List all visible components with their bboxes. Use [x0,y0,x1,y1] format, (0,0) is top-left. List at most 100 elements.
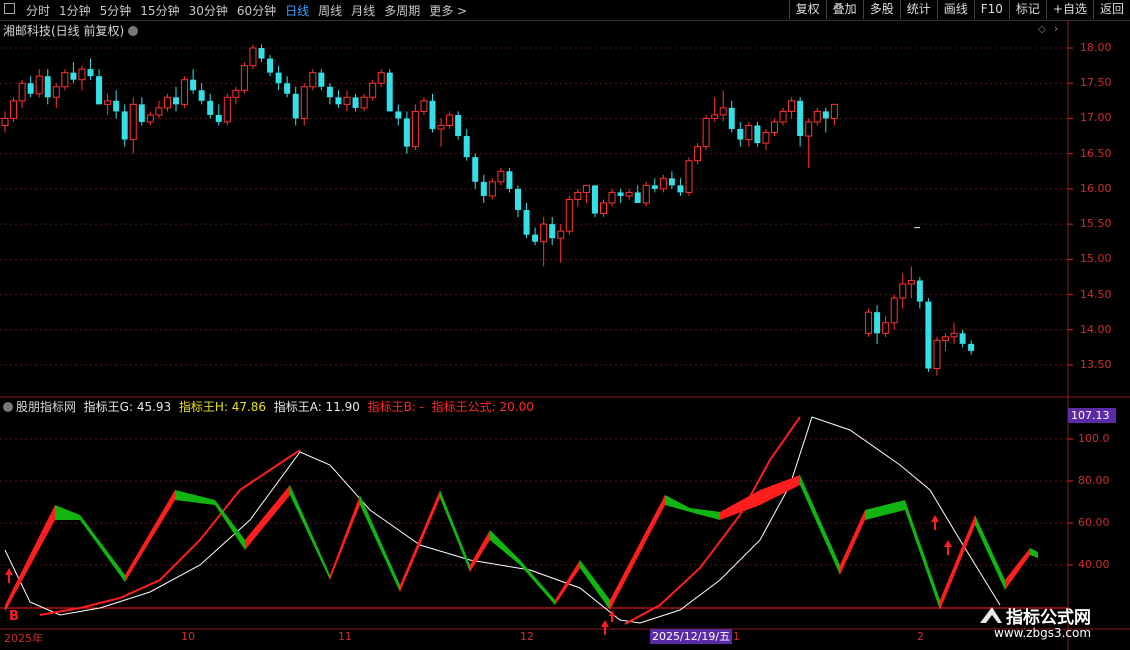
indicator-ribbon-segment [440,490,470,572]
overlay-button[interactable]: 叠加 [825,0,863,19]
candle-body [737,129,744,140]
up-arrow-icon [944,540,952,555]
candle-body [44,76,51,98]
candle-body [420,100,428,112]
tab-weekly[interactable]: 周线 [318,2,342,19]
indicator-ribbon-segment [800,475,840,575]
candle-body [377,72,385,84]
candle-body [968,343,975,351]
candle-body [463,136,470,158]
candle-body [813,110,821,123]
tab-daily[interactable]: 日线 [285,2,309,19]
candle-body [882,322,890,334]
date-tick-2025: 2025年 [4,632,43,645]
indicator-ribbon-segment [215,500,245,550]
tab-60min[interactable]: 60分钟 [237,2,276,19]
candle-body [437,124,445,130]
price-chart[interactable] [0,20,1130,650]
cursor-date: 2025/12/19/五 [650,629,733,644]
date-tick-1: 1 [733,630,740,643]
candle-body [617,192,624,196]
restore-rights-button[interactable]: 复权 [788,0,826,19]
indicator-ribbon-segment [580,560,610,610]
candle-body [540,223,548,243]
price-tick-label: 15.50 [1080,217,1112,231]
indicator-tick-label: 60.00 [1078,516,1110,529]
tab-monthly[interactable]: 月线 [351,2,375,19]
candle-body [173,97,179,105]
f10-button[interactable]: F10 [973,0,1009,19]
candle-body [10,100,18,119]
tab-1min[interactable]: 1分钟 [59,2,91,19]
up-arrow-icon [5,568,13,583]
indicator-ribbon-segment [5,505,55,612]
indicator-ribbon-segment [400,490,440,592]
back-button[interactable]: 返回 [1092,0,1130,19]
window-menu-icon[interactable] [4,3,15,14]
candle-body [27,83,34,94]
date-tick-12: 12 [520,630,534,643]
candle-body [719,107,727,116]
add-watchlist-button[interactable]: +自选 [1045,0,1093,19]
indicator-ribbon-segment [610,495,665,610]
indicator-ribbon-segment [360,495,400,592]
indicator-ribbon-segment [665,495,690,512]
candle-body [232,89,240,98]
watermark-title: 指标公式网 [1006,608,1091,628]
candle-body [625,191,633,197]
candle-body [78,68,86,81]
candle-body [899,283,907,299]
candle-body [788,100,796,112]
indicator-menu-icon[interactable] [3,402,13,412]
price-tick-label: 13.50 [1080,358,1112,371]
candle-body [198,90,205,101]
indicator-ribbon-segment [940,515,975,610]
draw-line-button[interactable]: 画线 [936,0,974,19]
candle-body [480,181,487,196]
candle-body [745,124,753,141]
candle-body [223,96,231,123]
tab-30min[interactable]: 30分钟 [189,2,228,19]
candle-body [890,297,898,324]
price-tick-label: 15.00 [1080,252,1112,266]
candle-body [61,72,69,88]
candle-body [497,170,505,183]
candle-body [113,100,120,112]
indicator-name: 股朋指标网 [16,400,77,414]
mark-button[interactable]: 标记 [1008,0,1046,19]
candle-body [582,184,590,193]
candle-body [411,110,419,148]
date-tick-2: 2 [917,630,924,643]
candle-body [369,82,377,98]
indicator-ribbon-segment [80,515,125,582]
indicator-current-badge: 107.13 [1068,408,1116,423]
indicator-ribbon-segment [865,500,905,520]
indicator-tick-label: 100.0 [1078,432,1110,445]
tab-5min[interactable]: 5分钟 [100,2,132,19]
candle-body [352,97,359,108]
candle-body [659,177,667,190]
tab-more[interactable]: 更多 > [429,2,467,19]
candle-body [762,132,770,144]
tab-multi-period[interactable]: 多周期 [384,2,420,19]
up-arrow-icon [601,620,609,635]
multi-stock-button[interactable]: 多股 [862,0,900,19]
tab-15min[interactable]: 15分钟 [140,2,179,19]
candle-body [805,121,813,137]
candle-body [950,332,958,338]
candle-body [163,96,171,109]
indicator-ribbon-segment [1005,548,1030,590]
candle-body [18,82,26,102]
watermark: 指标公式网 www.zbgs3.com [976,601,1126,647]
date-tick-11: 11 [338,630,352,643]
candle-body [181,79,189,105]
indicator-ribbon-segment [760,475,800,505]
statistics-button[interactable]: 统计 [899,0,937,19]
tab-fenshi[interactable]: 分时 [26,2,50,19]
candle-body [395,111,402,119]
candle-body [874,312,881,334]
candle-body [591,185,598,214]
candle-body [403,118,410,147]
candle-body [52,86,60,98]
candle-body [651,185,658,189]
